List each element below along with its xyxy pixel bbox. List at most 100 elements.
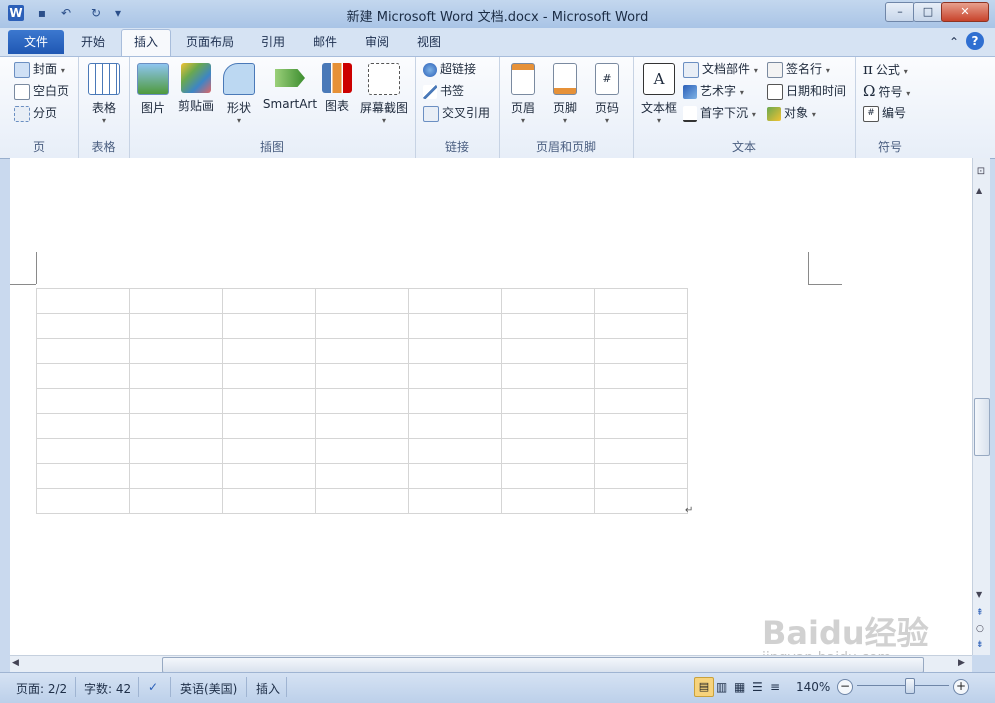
zoom-slider-thumb[interactable]	[904, 678, 915, 694]
table-cell[interactable]	[501, 438, 595, 464]
tab-references[interactable]: 引用	[250, 30, 296, 54]
table-cell[interactable]	[408, 438, 502, 464]
table-cell[interactable]	[129, 413, 223, 439]
table-cell[interactable]	[408, 363, 502, 389]
signature-line-button[interactable]: 签名行 ▾	[767, 59, 830, 79]
table-cell[interactable]	[36, 313, 130, 339]
table-cell[interactable]	[594, 488, 688, 514]
table-cell[interactable]	[408, 288, 502, 314]
table-cell[interactable]	[36, 288, 130, 314]
table-cell[interactable]	[408, 463, 502, 489]
screenshot-button[interactable]: 屏幕截图 ▾	[357, 63, 411, 125]
table-cell[interactable]	[222, 363, 316, 389]
table-cell[interactable]	[129, 438, 223, 464]
table-cell[interactable]	[408, 488, 502, 514]
table-cell[interactable]	[222, 488, 316, 514]
table-cell[interactable]	[408, 388, 502, 414]
table-cell[interactable]	[594, 438, 688, 464]
table-cell[interactable]	[36, 438, 130, 464]
smartart-button[interactable]: SmartArt	[259, 63, 321, 111]
date-time-button[interactable]: 日期和时间	[767, 81, 846, 101]
table-cell[interactable]	[501, 463, 595, 489]
tab-review[interactable]: 审阅	[354, 30, 400, 54]
table-cell[interactable]	[222, 338, 316, 364]
cover-page-button[interactable]: 封面 ▾	[14, 59, 65, 79]
table-cell[interactable]	[222, 438, 316, 464]
table-cell[interactable]	[129, 338, 223, 364]
table-cell[interactable]	[36, 363, 130, 389]
table-cell[interactable]	[129, 288, 223, 314]
zoom-out-button[interactable]: −	[837, 679, 853, 695]
table-cell[interactable]	[315, 438, 409, 464]
page-number-button[interactable]: # 页码 ▾	[589, 63, 625, 125]
table-cell[interactable]	[594, 363, 688, 389]
print-layout-view-icon[interactable]: ▤	[694, 677, 714, 697]
footer-button[interactable]: 页脚 ▾	[547, 63, 583, 125]
full-screen-reading-view-icon[interactable]: ▥	[716, 680, 727, 694]
minimize-button[interactable]: –	[885, 2, 915, 22]
tab-mailings[interactable]: 邮件	[302, 30, 348, 54]
drop-cap-button[interactable]: 首字下沉 ▾	[683, 103, 756, 123]
table-cell[interactable]	[315, 413, 409, 439]
page-break-button[interactable]: 分页	[14, 103, 57, 123]
header-button[interactable]: 页眉 ▾	[505, 63, 541, 125]
table-cell[interactable]	[594, 413, 688, 439]
table-cell[interactable]	[501, 363, 595, 389]
table-cell[interactable]	[501, 313, 595, 339]
cross-reference-button[interactable]: 交叉引用	[423, 103, 490, 123]
table-cell[interactable]	[501, 338, 595, 364]
table-cell[interactable]	[129, 463, 223, 489]
proofing-icon[interactable]: ✓	[148, 680, 158, 694]
draft-view-icon[interactable]: ≡	[770, 680, 780, 694]
table-cell[interactable]	[501, 388, 595, 414]
table-cell[interactable]	[315, 313, 409, 339]
table-cell[interactable]	[222, 413, 316, 439]
document-page[interactable]: ↵ Baidu经验 jingyan.baidu.com	[10, 158, 972, 666]
hyperlink-button[interactable]: 超链接	[423, 59, 476, 79]
tab-page-layout[interactable]: 页面布局	[176, 30, 244, 54]
table-cell[interactable]	[36, 338, 130, 364]
table-cell[interactable]	[129, 313, 223, 339]
textbox-button[interactable]: A 文本框 ▾	[637, 63, 681, 125]
zoom-level[interactable]: 140%	[796, 680, 830, 694]
vertical-scroll-thumb[interactable]	[974, 398, 990, 456]
minimize-ribbon-icon[interactable]: ⌃	[945, 30, 963, 54]
table-cell[interactable]	[129, 388, 223, 414]
chart-button[interactable]: 图表	[319, 63, 355, 114]
symbol-button[interactable]: Ω 符号 ▾	[863, 81, 910, 101]
shapes-button[interactable]: 形状 ▾	[221, 63, 257, 125]
table-cell[interactable]	[501, 413, 595, 439]
tab-file[interactable]: 文件	[8, 30, 64, 54]
insert-mode-indicator[interactable]: 插入	[256, 680, 280, 697]
horizontal-scroll-thumb[interactable]	[162, 657, 924, 673]
object-button[interactable]: 对象 ▾	[767, 103, 816, 123]
table-cell[interactable]	[408, 338, 502, 364]
zoom-in-button[interactable]: +	[953, 679, 969, 695]
table-button[interactable]: 表格 ▾	[86, 63, 122, 125]
equation-button[interactable]: π 公式 ▾	[863, 59, 908, 79]
table-cell[interactable]	[129, 488, 223, 514]
table-cell[interactable]	[129, 363, 223, 389]
zoom-slider-track[interactable]	[857, 685, 949, 686]
page-count[interactable]: 页面: 2/2	[16, 680, 67, 697]
clip-art-button[interactable]: 剪贴画	[175, 63, 217, 114]
prev-page-icon[interactable]: ⇞	[976, 608, 984, 618]
table-cell[interactable]	[222, 288, 316, 314]
next-page-icon[interactable]: ⇟	[976, 640, 984, 650]
wordart-button[interactable]: 艺术字 ▾	[683, 81, 744, 101]
bookmark-button[interactable]: 书签	[423, 81, 464, 101]
tab-insert[interactable]: 插入	[121, 29, 171, 57]
number-button[interactable]: # 编号	[863, 103, 906, 123]
table-cell[interactable]	[222, 313, 316, 339]
document-table[interactable]	[36, 288, 688, 514]
browse-object-icon[interactable]: ○	[976, 624, 984, 634]
table-cell[interactable]	[501, 288, 595, 314]
word-count[interactable]: 字数: 42	[84, 680, 131, 697]
table-cell[interactable]	[315, 338, 409, 364]
web-layout-view-icon[interactable]: ▦	[734, 680, 745, 694]
table-cell[interactable]	[315, 488, 409, 514]
scroll-left-icon[interactable]: ◀	[12, 658, 19, 668]
close-button[interactable]: ✕	[941, 2, 989, 22]
picture-button[interactable]: 图片	[135, 63, 171, 116]
table-cell[interactable]	[501, 488, 595, 514]
